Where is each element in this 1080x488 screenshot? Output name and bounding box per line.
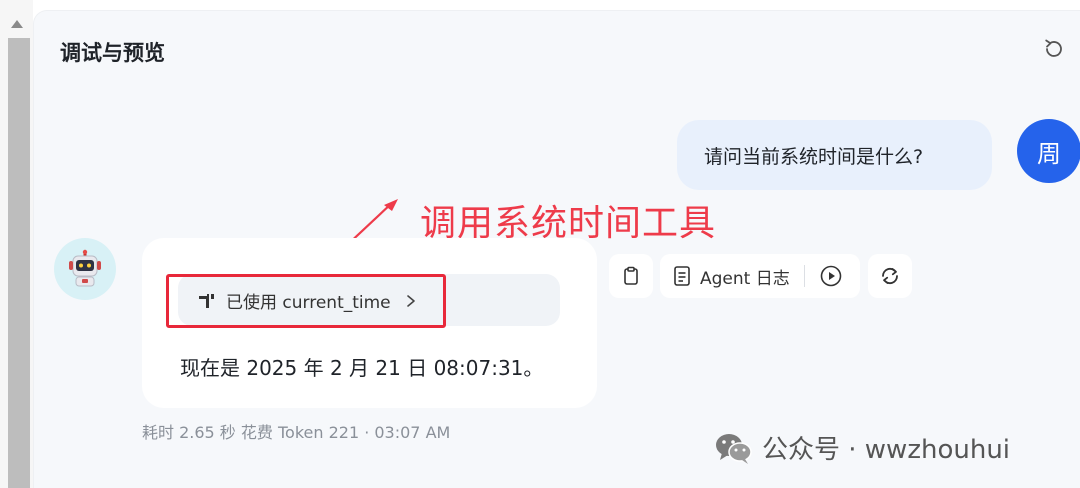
scroll-up-arrow[interactable] [11,20,23,28]
bot-avatar [54,238,116,300]
agent-log-button[interactable]: Agent 日志 [700,264,790,289]
wechat-icon [716,433,752,464]
scrollbar[interactable] [0,0,33,488]
panel-title: 调试与预览 [60,41,165,65]
scroll-thumb[interactable] [8,38,30,488]
user-avatar[interactable]: 周 [1017,119,1080,183]
clipboard-icon [624,266,638,285]
regenerate-button[interactable] [868,254,912,298]
regenerate-icon [882,267,898,285]
robot-icon [69,249,101,287]
debug-preview-panel: 调试与预览 请问当前系统时间是什么? 周 调用系统时间工具 已使用 curren… [33,10,1080,488]
chevron-right-icon [406,294,415,307]
play-icon[interactable] [819,264,843,288]
bot-answer-text: 现在是 2025 年 2 月 21 日 08:07:31。 [180,356,544,380]
user-message-bubble: 请问当前系统时间是什么? [677,120,992,190]
tool-usage-label: 已使用 current_time [226,293,391,313]
log-icon [674,266,690,286]
divider [803,265,805,287]
user-avatar-text: 周 [1037,139,1061,168]
refresh-icon[interactable] [1042,37,1066,61]
user-message-text: 请问当前系统时间是什么? [704,145,924,168]
tool-icon [199,293,214,308]
watermark: 公众号 · wwzhouhui [714,429,1010,466]
agent-actions-group: Agent 日志 [660,254,860,298]
message-meta: 耗时 2.65 秒 花费 Token 221 · 03:07 AM [142,423,451,442]
tool-usage-row[interactable]: 已使用 current_time [196,288,417,313]
bot-message-bubble: 已使用 current_time 现在是 2025 年 2 月 21 日 08:… [142,238,597,408]
copy-button[interactable] [609,254,653,298]
watermark-text: 公众号 · wwzhouhui [762,435,1011,465]
